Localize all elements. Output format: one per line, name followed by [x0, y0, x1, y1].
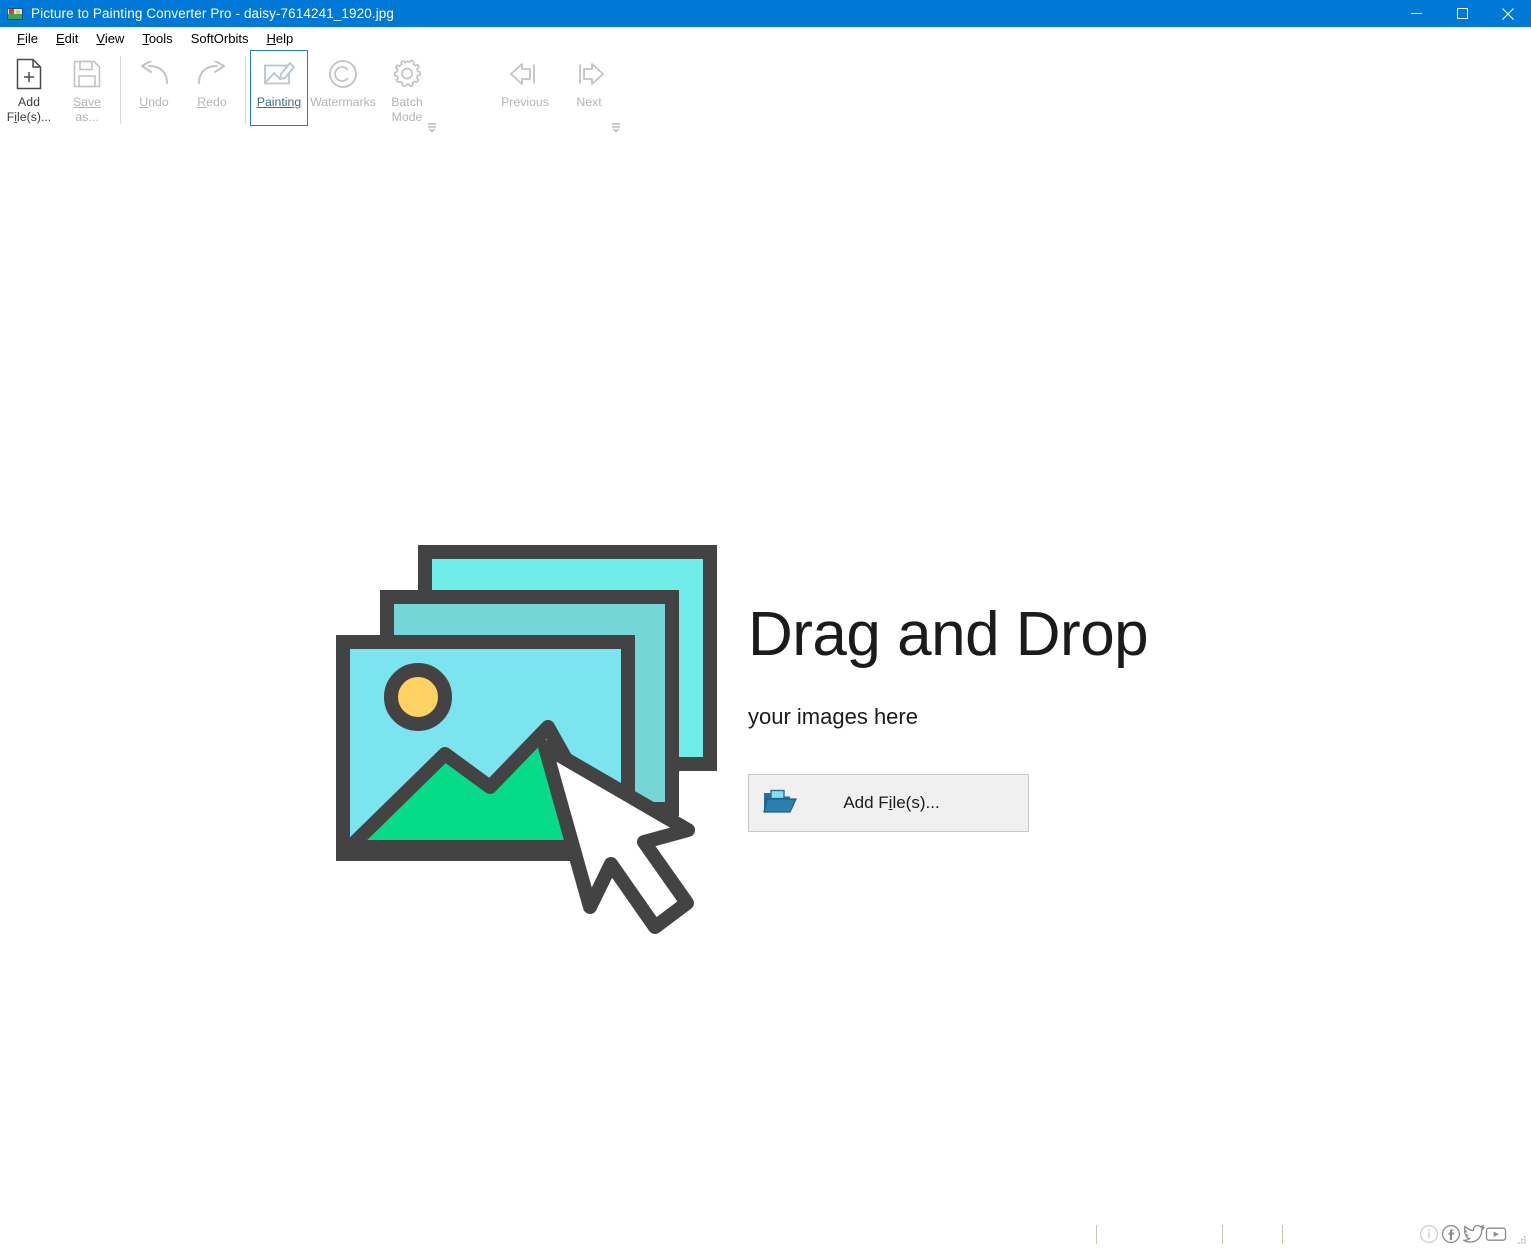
undo-arrow-icon	[137, 57, 171, 91]
close-button[interactable]	[1485, 0, 1531, 27]
toolbar-add-files-button[interactable]: AddFile(s)...	[0, 50, 58, 126]
redo-arrow-icon	[195, 57, 229, 91]
document-plus-icon	[12, 57, 46, 91]
facebook-icon[interactable]	[1441, 1224, 1461, 1244]
toolbar-expand-navigation-icon[interactable]	[610, 121, 622, 133]
application-window: Picture to Painting Converter Pro - dais…	[0, 0, 1531, 1247]
toolbar-previous-button[interactable]: Previous	[490, 50, 560, 126]
arrow-left-bar-icon	[508, 57, 542, 91]
toolbar-redo-button[interactable]: Redo	[183, 50, 241, 126]
toolbar-next-button[interactable]: Next	[560, 50, 618, 126]
toolbar-save-as-label: Saveas...	[73, 95, 101, 125]
menu-file-mnemonic: F	[17, 31, 25, 46]
info-circle-icon[interactable]	[1419, 1224, 1439, 1244]
menu-view-mnemonic: V	[96, 31, 104, 46]
drop-zone[interactable]: Drag and Drop your images here Add File(…	[330, 542, 1148, 942]
status-separator-1	[1096, 1225, 1097, 1244]
arrow-right-bar-icon	[572, 57, 606, 91]
toolbar-next-label: Next	[576, 95, 601, 110]
add-files-button[interactable]: Add File(s)...	[748, 774, 1029, 832]
toolbar-redo-label: Redo	[197, 95, 226, 110]
menu-item-help[interactable]: Help	[257, 29, 302, 48]
youtube-icon[interactable]	[1485, 1224, 1505, 1244]
gear-icon	[390, 57, 424, 91]
menu-softorbits-label: SoftOrbits	[191, 31, 249, 46]
toolbar-group-navigation: Previous Next	[490, 50, 618, 138]
menu-file-label: ile	[25, 31, 38, 46]
menu-item-softorbits[interactable]: SoftOrbits	[182, 29, 258, 48]
drop-zone-title: Drag and Drop	[748, 604, 1148, 666]
copyright-icon	[326, 57, 360, 91]
menu-item-edit[interactable]: Edit	[47, 29, 87, 48]
toolbar-batch-mode-label: BatchMode	[391, 95, 422, 125]
toolbar-save-as-button[interactable]: Saveas...	[58, 50, 116, 126]
toolbar: AddFile(s)... Saveas...	[0, 50, 1531, 138]
floppy-disk-icon	[70, 57, 104, 91]
menu-edit-mnemonic: E	[56, 31, 65, 46]
status-separator-3	[1282, 1225, 1283, 1244]
toolbar-batch-mode-button[interactable]: BatchMode	[378, 50, 436, 126]
main-content-area: Drag and Drop your images here Add File(…	[0, 138, 1531, 1221]
toolbar-watermarks-label: Watermarks	[310, 95, 376, 110]
toolbar-undo-button[interactable]: Undo	[125, 50, 183, 126]
add-files-button-label: Add File(s)...	[797, 793, 1028, 813]
toolbar-add-files-label: AddFile(s)...	[7, 95, 51, 125]
toolbar-separator-2	[245, 56, 246, 124]
toolbar-painting-label: Painting	[257, 95, 301, 110]
menu-item-file[interactable]: File	[8, 29, 47, 48]
status-bar	[0, 1221, 1531, 1247]
drop-zone-text: Drag and Drop your images here Add File(…	[748, 542, 1148, 832]
twitter-bird-icon[interactable]	[1463, 1224, 1483, 1244]
open-folder-icon	[763, 789, 797, 817]
menu-help-label: elp	[276, 31, 293, 46]
toolbar-gap	[440, 56, 486, 124]
toolbar-previous-label: Previous	[501, 95, 549, 110]
toolbar-expand-effects-icon[interactable]	[426, 121, 438, 133]
resize-grip-icon[interactable]	[1515, 1232, 1527, 1244]
window-title: Picture to Painting Converter Pro - dais…	[31, 6, 394, 21]
menu-edit-label: dit	[65, 31, 79, 46]
maximize-button[interactable]	[1439, 0, 1485, 27]
menu-item-view[interactable]: View	[87, 29, 133, 48]
status-social-links	[1419, 1224, 1505, 1244]
toolbar-watermarks-button[interactable]: Watermarks	[308, 50, 378, 126]
window-controls	[1393, 0, 1531, 27]
app-icon	[7, 6, 23, 22]
status-separator-2	[1222, 1225, 1223, 1244]
menu-item-tools[interactable]: Tools	[133, 29, 181, 48]
drop-zone-subtitle: your images here	[748, 704, 1148, 730]
toolbar-painting-button[interactable]: Painting	[250, 50, 308, 126]
toolbar-undo-label: Undo	[139, 95, 168, 110]
toolbar-group-effects: Painting Watermarks Ba	[250, 50, 436, 138]
painting-brush-icon	[262, 57, 296, 91]
menu-bar: File Edit View Tools SoftOrbits Help	[0, 27, 1531, 50]
toolbar-group-history: Undo Redo	[125, 50, 241, 138]
title-bar: Picture to Painting Converter Pro - dais…	[0, 0, 1531, 27]
minimize-button[interactable]	[1393, 0, 1439, 27]
toolbar-separator-1	[120, 56, 121, 124]
menu-tools-label: ools	[149, 31, 173, 46]
menu-view-label: iew	[105, 31, 125, 46]
toolbar-group-file: AddFile(s)... Saveas...	[0, 50, 116, 138]
stacked-photos-cursor-icon	[330, 542, 730, 942]
menu-help-mnemonic: H	[266, 31, 275, 46]
